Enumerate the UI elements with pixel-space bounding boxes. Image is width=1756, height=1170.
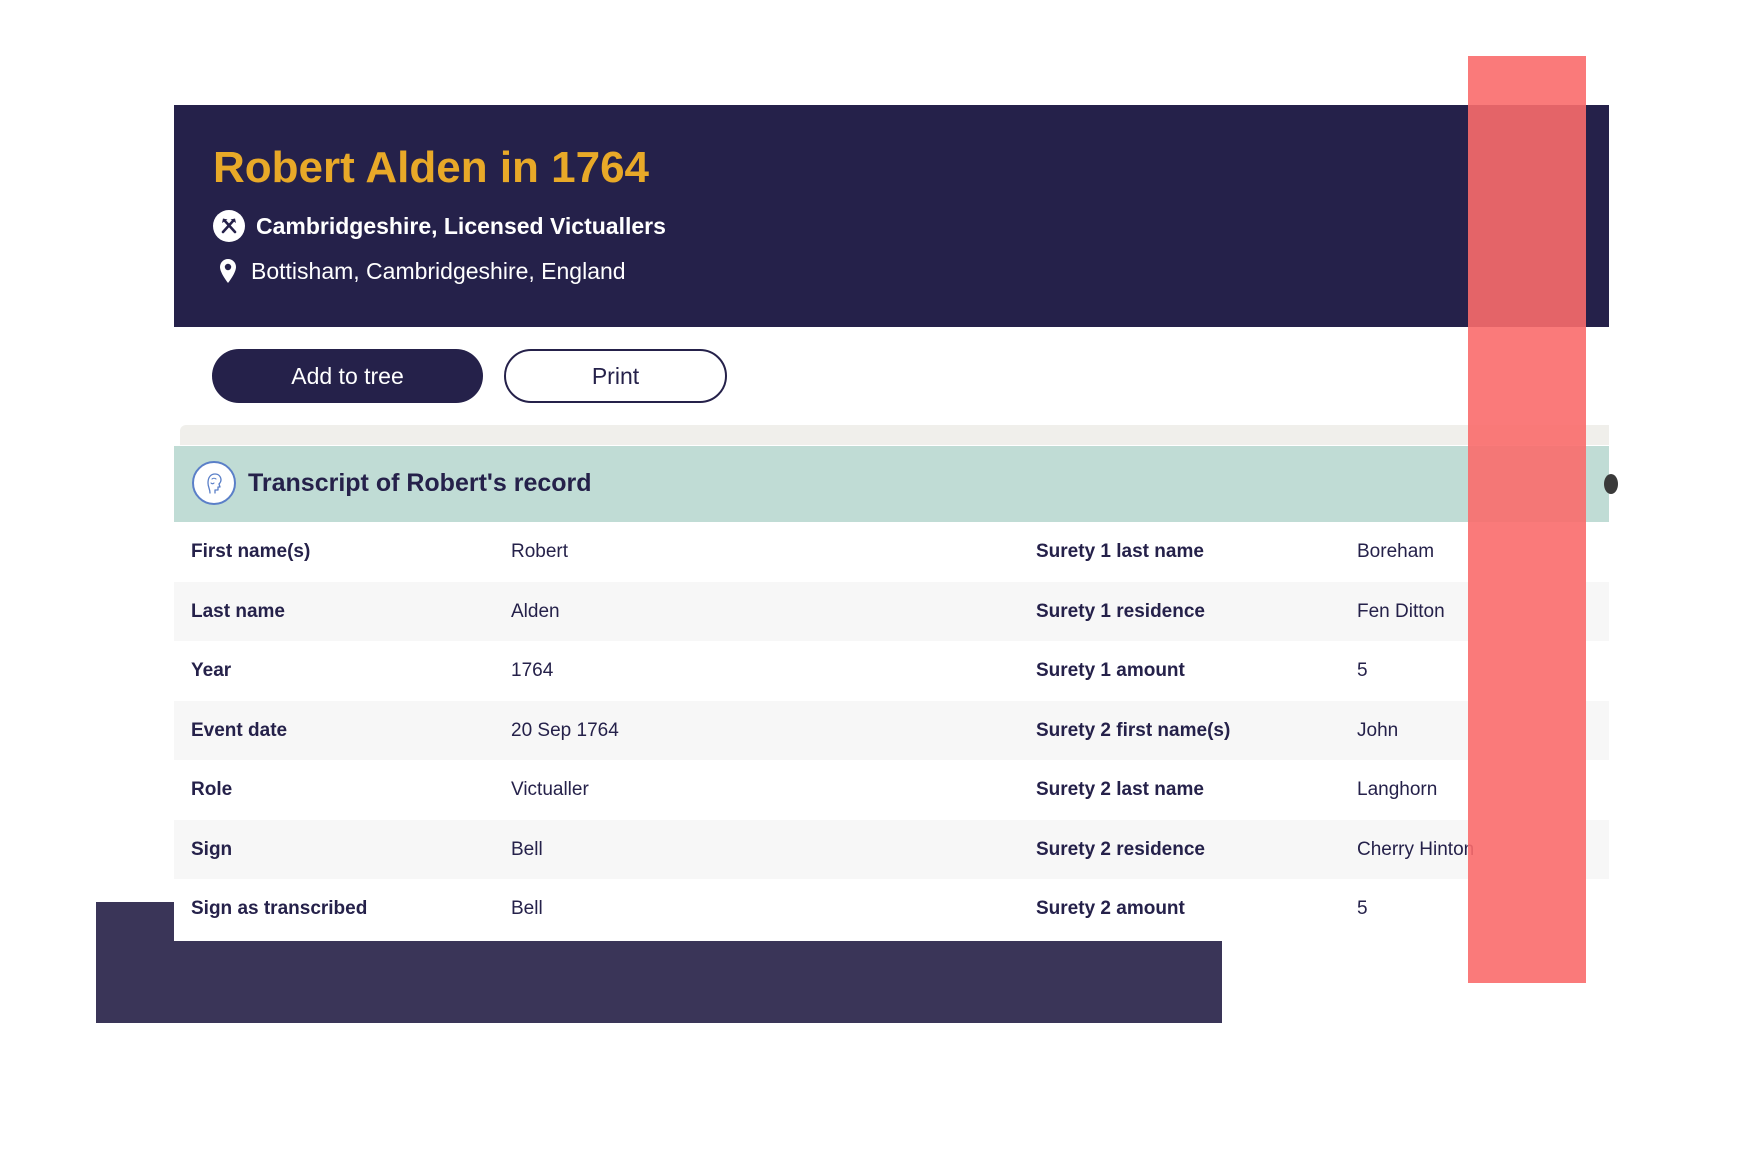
record-location: Bottisham, Cambridgeshire, England: [251, 257, 626, 284]
field-value: Bell: [511, 838, 543, 860]
field-value: 5: [1357, 898, 1368, 919]
table-row: Last name Alden Surety 1 residence Fen D…: [174, 581, 1609, 641]
portrait-icon: [192, 461, 236, 505]
transcript-title: Transcript of Robert's record: [248, 469, 592, 497]
page-title: Robert Alden in 1764: [213, 143, 650, 192]
field-value: John: [1357, 719, 1399, 741]
field-label: Sign as transcribed: [191, 898, 368, 919]
field-label: Surety 1 last name: [1036, 541, 1204, 562]
field-label: Surety 2 first name(s): [1036, 719, 1231, 741]
field-value: Fen Ditton: [1357, 600, 1445, 622]
map-pin-icon: [217, 257, 239, 285]
table-row: First name(s) Robert Surety 1 last name …: [174, 522, 1609, 582]
print-button[interactable]: Print: [504, 349, 727, 403]
field-label: Surety 2 residence: [1036, 838, 1205, 860]
field-value: Victualler: [511, 779, 589, 800]
add-to-tree-button[interactable]: Add to tree: [212, 349, 483, 403]
red-overlay-bar: [1468, 56, 1586, 983]
section-divider: [180, 425, 1609, 445]
transcript-table: First name(s) Robert Surety 1 last name …: [174, 522, 1609, 939]
field-value: 20 Sep 1764: [511, 719, 619, 741]
table-row: Role Victualler Surety 2 last name Langh…: [174, 760, 1609, 820]
field-value: 5: [1357, 660, 1368, 681]
partial-circle-button[interactable]: [1604, 474, 1618, 494]
tools-icon: [213, 210, 245, 242]
field-label: Sign: [191, 838, 233, 860]
collection-row: Cambridgeshire, Licensed Victuallers: [213, 209, 666, 243]
field-label: Surety 1 amount: [1036, 660, 1185, 681]
record-header: Robert Alden in 1764 Cambridgeshire, Lic…: [174, 105, 1609, 327]
table-row: Sign as transcribed Bell Surety 2 amount…: [174, 879, 1609, 939]
field-label: First name(s): [191, 541, 311, 562]
table-row: Year 1764 Surety 1 amount 5: [174, 641, 1609, 701]
field-label: Surety 2 amount: [1036, 898, 1185, 919]
field-label: Last name: [191, 600, 285, 622]
field-value: Robert: [511, 541, 569, 562]
table-row: Sign Bell Surety 2 residence Cherry Hint…: [174, 819, 1609, 879]
field-value: Bell: [511, 898, 543, 919]
location-row: Bottisham, Cambridgeshire, England: [217, 254, 626, 288]
field-label: Surety 1 residence: [1036, 600, 1205, 622]
table-row: Event date 20 Sep 1764 Surety 2 first na…: [174, 700, 1609, 760]
field-label: Surety 2 last name: [1036, 779, 1204, 800]
transcript-header: Transcript of Robert's record: [174, 446, 1618, 522]
field-label: Event date: [191, 719, 288, 741]
field-label: Role: [191, 779, 233, 800]
collection-name: Cambridgeshire, Licensed Victuallers: [256, 212, 666, 239]
field-label: Year: [191, 660, 232, 681]
record-card: Robert Alden in 1764 Cambridgeshire, Lic…: [174, 105, 1618, 941]
field-value: Cherry Hinton: [1357, 838, 1475, 860]
field-value: 1764: [511, 660, 554, 681]
field-value: Alden: [511, 600, 560, 622]
field-value: Boreham: [1357, 541, 1435, 562]
field-value: Langhorn: [1357, 779, 1438, 800]
